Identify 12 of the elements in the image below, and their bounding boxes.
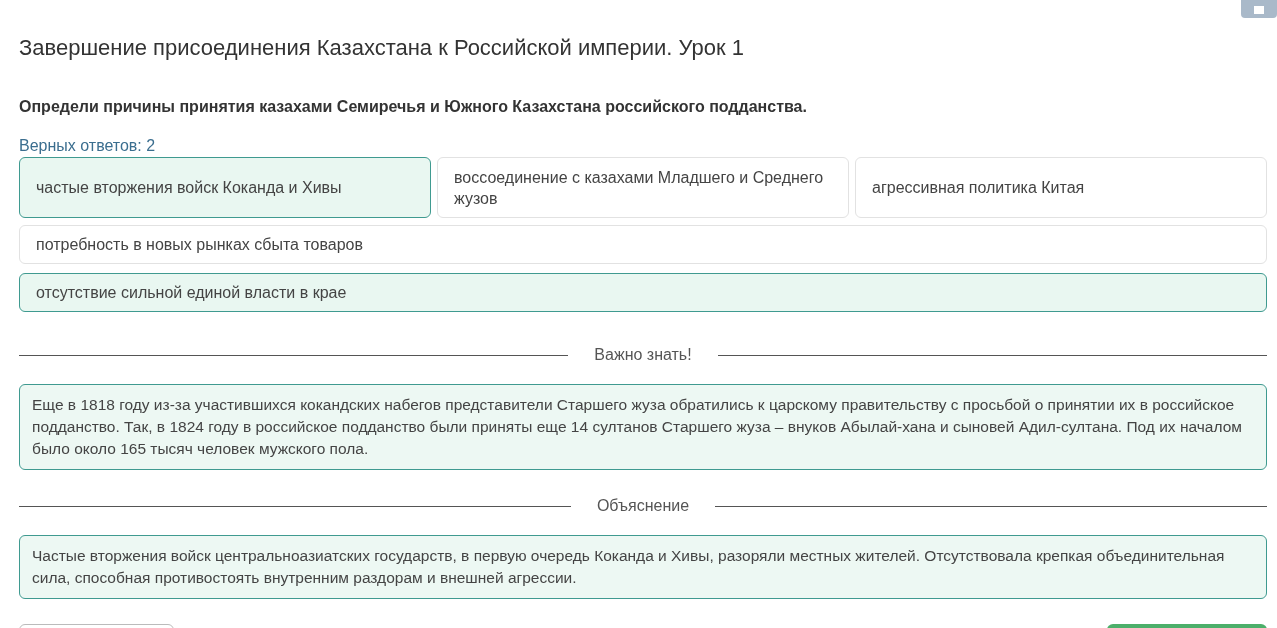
info-box: Частые вторжения войск центральноазиатских государств, в первую очередь Коканда и Хивы, разоряли местных жителей. Отсутствовала крепкая объединительная сила, способная противостоять внутренним раздорам и внешней агрессии. [19, 535, 1267, 599]
correct-count: Верных ответов: 2 [19, 137, 157, 155]
info-box: Еще в 1818 году из-за участившихся кокандских набегов представители Старшего жуза обратились к царскому правительству с просьбой о принятии их в российское подданство. Так, в 1824 году в российское подданство были приняты еще 14 султанов Старшего жуза – внуков Абылай-хана и сыновей Адил-султана. Под их началом было около 165 тысяч человек мужского пола. [19, 384, 1267, 470]
answer-option[interactable]: агрессивная политика Китая [855, 157, 1267, 218]
section-heading: Объяснение [596, 496, 690, 516]
lesson-title: Завершение присоединения Казахстана к Российской империи. Урок 1 [19, 34, 744, 62]
answer-option[interactable]: потребность в новых рынках сбыта товаров [19, 225, 1267, 264]
section-heading: Важно знать! [594, 345, 692, 365]
answer-option[interactable]: отсутствие сильной единой власти в крае [19, 273, 1267, 312]
answer-option[interactable]: частые вторжения войск Коканда и Хивы [19, 157, 431, 218]
answer-option[interactable]: воссоединение с казахами Младшего и Среднего жузов [437, 157, 849, 218]
question-text: Определи причины принятия казахами Семиречья и Южного Казахстана российского подданства. [19, 97, 808, 117]
